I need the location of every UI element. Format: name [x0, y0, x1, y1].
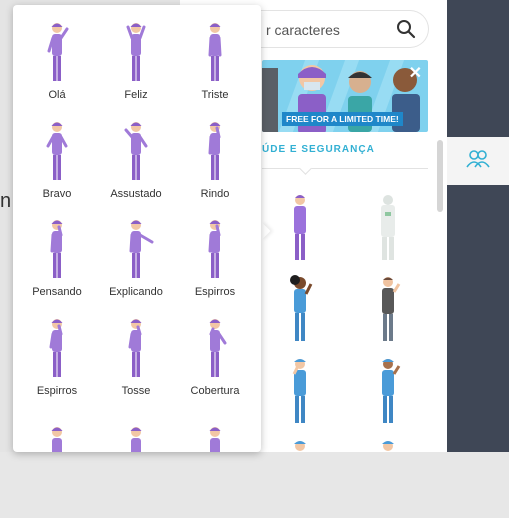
pose-figure-icon [124, 122, 148, 180]
pose-option[interactable]: Bravo [17, 104, 97, 202]
pose-label: Triste [201, 89, 229, 101]
character-thumbnail[interactable] [270, 438, 330, 518]
pose-figure-icon [50, 220, 63, 278]
character-thumbnail[interactable] [270, 356, 330, 436]
character-thumbnail[interactable] [270, 192, 330, 272]
pose-figure-icon [209, 427, 221, 452]
pose-option[interactable]: Pensando [17, 202, 97, 300]
pose-option[interactable]: Espirros [17, 301, 97, 399]
pose-figure-icon [49, 319, 63, 377]
pose-option[interactable]: Feliz [96, 5, 176, 103]
pose-figure-icon [208, 23, 222, 81]
character-grid [262, 180, 434, 452]
pose-label: Assustado [110, 188, 162, 200]
pose-label: Espirros [194, 286, 236, 298]
pose-option[interactable]: Olá [17, 5, 97, 103]
pose-option[interactable]: Triste [175, 5, 255, 103]
category-divider [262, 168, 428, 169]
people-icon [465, 149, 491, 174]
pose-figure-icon [47, 23, 69, 81]
character-thumbnail[interactable] [358, 438, 418, 518]
pose-figure-icon [208, 220, 221, 278]
pose-label: Cobertura [190, 385, 240, 397]
pose-figure-icon [51, 427, 63, 452]
pose-label: Tosse [121, 385, 151, 397]
pose-label: Explicando [109, 286, 163, 298]
pose-option[interactable]: Espirros [175, 202, 255, 300]
pose-option[interactable] [17, 405, 97, 452]
pose-option[interactable] [96, 405, 176, 452]
search-icon[interactable] [396, 19, 416, 44]
pose-figure-icon [209, 319, 227, 377]
pose-figure-icon [129, 220, 154, 278]
character-thumbnail[interactable] [270, 274, 330, 354]
pose-figure-icon [130, 427, 142, 452]
characters-tab[interactable] [447, 137, 509, 185]
pose-option[interactable] [175, 405, 255, 452]
pose-figure-icon [208, 122, 221, 180]
banner-close-icon[interactable]: ✕ [409, 63, 422, 83]
pose-option[interactable]: Assustado [96, 104, 176, 202]
character-thumbnail[interactable] [358, 274, 418, 354]
pose-label: Bravo [42, 188, 72, 200]
character-thumbnail[interactable] [358, 356, 418, 436]
right-sidebar [447, 0, 509, 452]
pose-figure-icon [126, 23, 146, 81]
pose-label: Espirros [36, 385, 78, 397]
banner-promo-label: FREE FOR A LIMITED TIME! [282, 112, 403, 126]
canvas-text-fragment: n [0, 190, 12, 212]
pose-label: Rindo [200, 188, 230, 200]
pose-option[interactable]: Rindo [175, 104, 255, 202]
search-input[interactable] [264, 11, 388, 49]
character-thumbnail[interactable] [358, 192, 418, 272]
category-heading[interactable]: ÚDE E SEGURANÇA [262, 144, 375, 155]
pose-figure-icon [128, 319, 142, 377]
pose-label: Olá [48, 89, 66, 101]
pose-figure-icon [46, 122, 68, 180]
promo-banner[interactable]: FREE FOR A LIMITED TIME! ✕ [262, 60, 428, 132]
pose-option[interactable]: Cobertura [175, 301, 255, 399]
pose-label: Feliz [124, 89, 148, 101]
search-box[interactable] [236, 11, 428, 49]
panel-scrollbar[interactable] [437, 140, 443, 212]
pose-option[interactable]: Explicando [96, 202, 176, 300]
pose-label: Pensando [32, 286, 82, 298]
pose-popover: Olá Feliz Triste Bravo Assustado Rindo Pensand… [13, 5, 261, 452]
pose-option[interactable]: Tosse [96, 301, 176, 399]
